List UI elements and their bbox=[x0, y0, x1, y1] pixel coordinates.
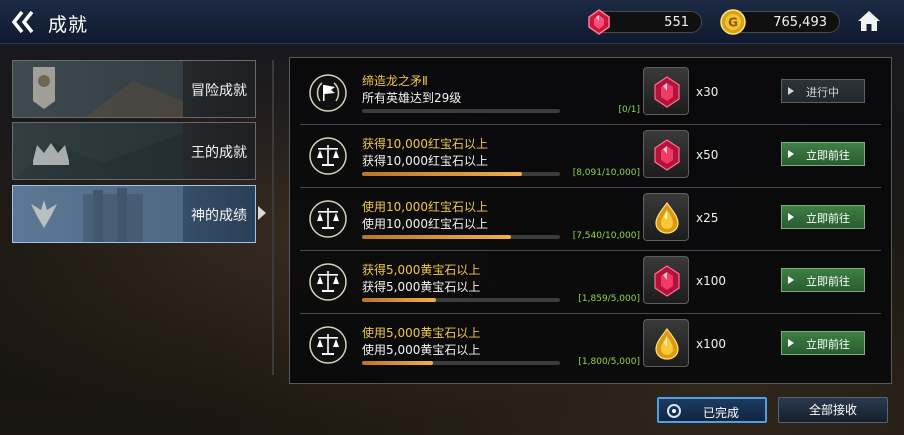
go-now-button[interactable]: 立即前往 bbox=[781, 268, 865, 292]
reward-quantity: x25 bbox=[696, 211, 719, 225]
home-icon[interactable] bbox=[857, 10, 881, 32]
scales-emblem-icon bbox=[309, 326, 347, 364]
progress-text: [7,540/10,000] bbox=[572, 231, 640, 241]
radio-icon bbox=[667, 404, 681, 418]
progress-text: [0/1] bbox=[618, 105, 640, 115]
progress-bar-fill bbox=[362, 172, 523, 176]
tab-king-achievements[interactable]: 王的成就 bbox=[12, 122, 256, 180]
completed-filter-button[interactable]: 已完成 bbox=[657, 397, 767, 423]
achievement-desc: 使用10,000红宝石以上 bbox=[362, 217, 488, 231]
topaz-gem-icon bbox=[655, 202, 679, 234]
achievement-row: 使用10,000红宝石以上 使用10,000红宝石以上 [7,540/10,00… bbox=[300, 188, 881, 251]
reward-slot bbox=[643, 319, 689, 367]
ruby-gem-icon bbox=[654, 265, 680, 297]
reward-slot bbox=[643, 256, 689, 304]
play-triangle-icon bbox=[788, 339, 794, 347]
go-now-button[interactable]: 立即前往 bbox=[781, 331, 865, 355]
achievement-row: 获得10,000红宝石以上 获得10,000红宝石以上 [8,091/10,00… bbox=[300, 125, 881, 188]
progress-bar-fill bbox=[362, 361, 434, 365]
button-label: 立即前往 bbox=[806, 149, 850, 162]
tab-god-achievements[interactable]: 神的成绩 bbox=[12, 185, 256, 243]
reward-quantity: x30 bbox=[696, 85, 719, 99]
achievement-title: 使用5,000黄宝石以上 bbox=[362, 326, 481, 340]
ruby-gem-icon bbox=[654, 139, 680, 171]
progress-bar bbox=[362, 361, 560, 365]
reward-quantity: x100 bbox=[696, 337, 727, 351]
progress-bar bbox=[362, 235, 560, 239]
flag-laurel-emblem-icon bbox=[309, 74, 347, 112]
progress-text: [8,091/10,000] bbox=[572, 168, 640, 178]
achievement-desc: 使用5,000黄宝石以上 bbox=[362, 343, 481, 357]
tab-adventure-achievements[interactable]: 冒险成就 bbox=[12, 60, 256, 118]
svg-text:G: G bbox=[728, 16, 738, 30]
in-progress-button[interactable]: 进行中 bbox=[781, 79, 865, 103]
topaz-gem-icon bbox=[655, 328, 679, 360]
progress-bar bbox=[362, 109, 560, 113]
scales-emblem-icon bbox=[309, 200, 347, 238]
play-triangle-icon bbox=[788, 213, 794, 221]
play-triangle-icon bbox=[788, 276, 794, 284]
progress-bar bbox=[362, 172, 560, 176]
tab-label: 神的成绩 bbox=[191, 208, 247, 224]
progress-bar bbox=[362, 298, 560, 302]
button-label: 立即前往 bbox=[806, 338, 850, 351]
achievement-title: 缔造龙之矛Ⅱ bbox=[362, 74, 428, 88]
page-title: 成就 bbox=[48, 14, 89, 36]
achievement-desc: 获得10,000红宝石以上 bbox=[362, 154, 488, 168]
ruby-gem-icon bbox=[588, 9, 610, 35]
tab-label: 王的成就 bbox=[191, 145, 247, 161]
reward-slot bbox=[643, 130, 689, 178]
receive-all-button[interactable]: 全部接收 bbox=[778, 397, 888, 423]
go-now-button[interactable]: 立即前往 bbox=[781, 205, 865, 229]
achievement-list: 缔造龙之矛Ⅱ 所有英雄达到29级 [0/1] x30 进行中 获得10,000红… bbox=[289, 57, 892, 384]
ruby-count: 551 bbox=[664, 15, 689, 30]
progress-bar-fill bbox=[362, 298, 436, 302]
gold-currency: G 765,493 bbox=[720, 9, 840, 35]
reward-slot bbox=[643, 67, 689, 115]
play-triangle-icon bbox=[788, 150, 794, 158]
button-label: 进行中 bbox=[806, 86, 839, 99]
achievement-title: 使用10,000红宝石以上 bbox=[362, 200, 488, 214]
achievement-title: 获得5,000黄宝石以上 bbox=[362, 263, 481, 277]
panel-divider bbox=[272, 60, 274, 375]
ruby-gem-icon bbox=[654, 76, 680, 108]
progress-text: [1,800/5,000] bbox=[578, 357, 640, 367]
achievement-desc: 所有英雄达到29级 bbox=[362, 91, 462, 105]
crown-icon bbox=[13, 123, 183, 179]
button-label: 已完成 bbox=[703, 406, 740, 420]
reward-slot bbox=[643, 193, 689, 241]
reward-quantity: x100 bbox=[696, 274, 727, 288]
achievement-desc: 获得5,000黄宝石以上 bbox=[362, 280, 481, 294]
button-label: 立即前往 bbox=[806, 212, 850, 225]
scales-emblem-icon bbox=[309, 263, 347, 301]
reward-quantity: x50 bbox=[696, 148, 719, 162]
play-triangle-icon bbox=[788, 87, 794, 95]
double-chevron-left-icon[interactable] bbox=[10, 9, 36, 35]
gold-count: 765,493 bbox=[773, 15, 827, 30]
go-now-button[interactable]: 立即前往 bbox=[781, 142, 865, 166]
achievement-row: 缔造龙之矛Ⅱ 所有英雄达到29级 [0/1] x30 进行中 bbox=[300, 62, 881, 125]
tab-label: 冒险成就 bbox=[191, 83, 247, 99]
selected-tab-arrow-icon bbox=[258, 206, 266, 220]
progress-text: [1,859/5,000] bbox=[578, 294, 640, 304]
achievement-row: 使用5,000黄宝石以上 使用5,000黄宝石以上 [1,800/5,000] … bbox=[300, 314, 881, 377]
scales-emblem-icon bbox=[309, 137, 347, 175]
progress-bar-fill bbox=[362, 235, 512, 239]
gold-coin-icon: G bbox=[720, 9, 746, 35]
achievement-row: 获得5,000黄宝石以上 获得5,000黄宝石以上 [1,859/5,000] … bbox=[300, 251, 881, 314]
top-bar: 成就 551 G 765,493 bbox=[0, 0, 904, 44]
winged-emblem-icon bbox=[13, 186, 183, 242]
ruby-currency: 551 bbox=[588, 9, 702, 35]
banner-emblem-icon bbox=[13, 61, 183, 117]
achievement-title: 获得10,000红宝石以上 bbox=[362, 137, 488, 151]
button-label: 立即前往 bbox=[806, 275, 850, 288]
